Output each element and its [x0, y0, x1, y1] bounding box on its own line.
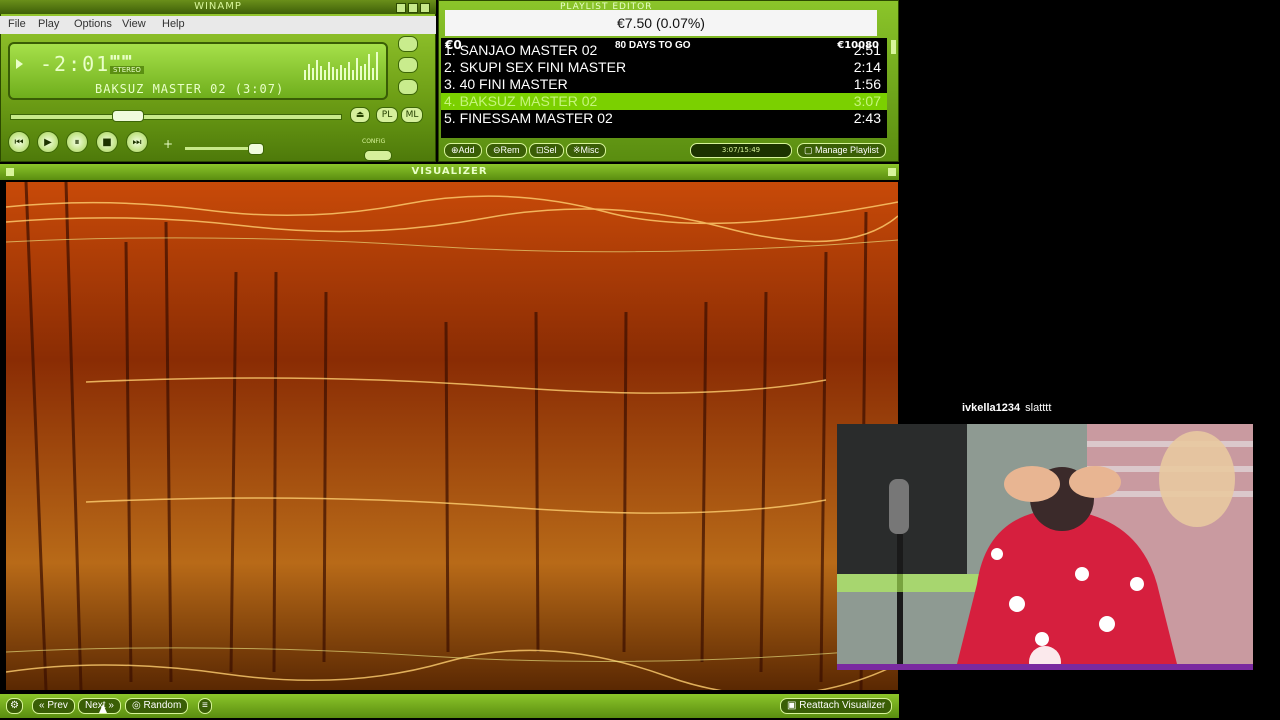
rewind-icon: « [39, 700, 45, 711]
close-icon[interactable] [420, 3, 430, 13]
player-display: -2:01 ▮▮▮ ▮▮▮ STEREO BAKSUZ MASTER 02 (3… [8, 42, 388, 100]
track-duration: 2:14 [853, 59, 881, 75]
volume-thumb[interactable] [248, 143, 264, 155]
webcam-image [837, 424, 1253, 664]
track-duration: 2:43 [853, 110, 881, 126]
playlist-list[interactable]: 1. SANJAO MASTER 02 2:51 2. SKUPI SEX FI… [441, 38, 887, 138]
volume-icon: + [163, 137, 174, 151]
pause-button[interactable]: ⏸ [66, 131, 88, 153]
repeat-icon[interactable] [398, 57, 418, 73]
playlist-time: 3:07/15:49 [690, 143, 792, 158]
chat-text: slatttt [1025, 402, 1052, 414]
seek-thumb[interactable] [112, 110, 144, 122]
next-button[interactable]: ⏭ [126, 131, 148, 153]
manage-playlist-button[interactable]: ▢ Manage Playlist [797, 143, 886, 158]
menu-file[interactable]: File [8, 18, 26, 30]
menu-view[interactable]: View [122, 18, 146, 30]
track-name: 2. SKUPI SEX FINI MASTER [444, 59, 627, 75]
config-label[interactable]: CONFIG [362, 138, 385, 145]
add-icon: ⊕ [451, 145, 459, 155]
media-library-button[interactable]: ML [401, 107, 423, 123]
gear-icon: ⚙ [10, 700, 19, 711]
playlist-row[interactable]: 3. 40 FINI MASTER 1:56 [441, 76, 887, 93]
misc-button[interactable]: ※Misc [566, 143, 607, 158]
playlist-row-selected[interactable]: 4. BAKSUZ MASTER 02 3:07 [441, 93, 887, 110]
play-button[interactable]: ▶ [37, 131, 59, 153]
config-button[interactable] [364, 150, 392, 161]
eject-button[interactable]: ⏏ [350, 107, 370, 123]
reattach-visualizer-button[interactable]: ▣ Reattach Visualizer [780, 698, 893, 714]
menu-play[interactable]: Play [38, 18, 59, 30]
minimize-icon[interactable] [396, 3, 406, 13]
seek-bar[interactable] [10, 114, 342, 120]
viz-menu-button[interactable]: ≡ [198, 698, 212, 714]
main-titlebar[interactable]: WINAMP [0, 0, 436, 14]
track-name: 4. BAKSUZ MASTER 02 [444, 93, 598, 109]
playlist-scrollbar[interactable] [891, 40, 896, 54]
menubar: File Play Options View Help [0, 16, 436, 34]
random-icon: ◎ [132, 700, 141, 711]
misc-icon: ※ [573, 145, 581, 155]
menu-help[interactable]: Help [162, 18, 185, 30]
track-duration: 1:56 [853, 76, 881, 92]
playlist-toggle-button[interactable]: PL [376, 107, 398, 123]
shade-icon[interactable] [408, 3, 418, 13]
chat-username: ivkella1234 [962, 402, 1021, 414]
window-icon: ▣ [787, 700, 797, 711]
playlist-icon: ▢ [804, 145, 813, 155]
stop-button[interactable]: ■ [96, 131, 118, 153]
goal-current: €0 [445, 38, 462, 52]
previous-button[interactable]: ⏮ [8, 131, 30, 153]
viz-random-button[interactable]: ◎ Random [125, 698, 189, 714]
shuffle-icon[interactable] [398, 79, 418, 95]
chat-message: ivkella1234 slatttt [962, 402, 1051, 414]
visualizer-graphic [6, 182, 898, 690]
menu-icon: ≡ [202, 700, 208, 711]
track-duration: 3:07 [853, 93, 881, 109]
viz-prev-button[interactable]: « Prev [32, 698, 75, 714]
visualizer-title: VISUALIZER [411, 166, 488, 177]
visualizer-close-icon[interactable] [888, 168, 896, 176]
playlist-row[interactable]: 5. FINESSAM MASTER 02 2:43 [441, 110, 887, 127]
mouse-cursor-icon [99, 704, 107, 713]
donation-overlay: €7.50 (0.07%) [445, 10, 877, 36]
track-name: 3. 40 FINI MASTER [444, 76, 568, 92]
select-icon: ⊡ [536, 145, 544, 155]
visualizer-canvas[interactable] [6, 182, 898, 690]
song-title[interactable]: BAKSUZ MASTER 02 (3:07) [95, 82, 284, 96]
forward-icon: » [108, 700, 114, 711]
spectrum-analyzer[interactable] [302, 50, 382, 80]
add-button[interactable]: ⊕Add [444, 143, 482, 158]
track-name: 1. SANJAO MASTER 02 [444, 42, 598, 58]
remove-icon: ⊖ [493, 145, 501, 155]
webcam-feed [837, 424, 1253, 670]
remove-button[interactable]: ⊖Rem [486, 143, 527, 158]
play-state-icon [16, 59, 23, 69]
bitrate-indicator: ▮▮▮ ▮▮▮ [110, 54, 132, 61]
visualizer-titlebar[interactable]: VISUALIZER [0, 164, 899, 180]
options-toggle[interactable] [398, 36, 418, 52]
visualizer-menu-icon[interactable] [6, 168, 14, 176]
goal-countdown: 80 DAYS TO GO [615, 40, 691, 51]
playlist-row[interactable]: 2. SKUPI SEX FINI MASTER 2:14 [441, 59, 887, 76]
volume-slider[interactable] [185, 147, 255, 150]
goal-target: €10080 [837, 40, 879, 51]
menu-options[interactable]: Options [74, 18, 112, 30]
select-button[interactable]: ⊡Sel [529, 143, 564, 158]
time-display[interactable]: -2:01 [40, 52, 110, 76]
main-title: WINAMP [194, 1, 242, 12]
stereo-indicator: STEREO [110, 66, 144, 74]
track-name: 5. FINESSAM MASTER 02 [444, 110, 613, 126]
visualizer-settings-button[interactable]: ⚙ [6, 698, 23, 714]
